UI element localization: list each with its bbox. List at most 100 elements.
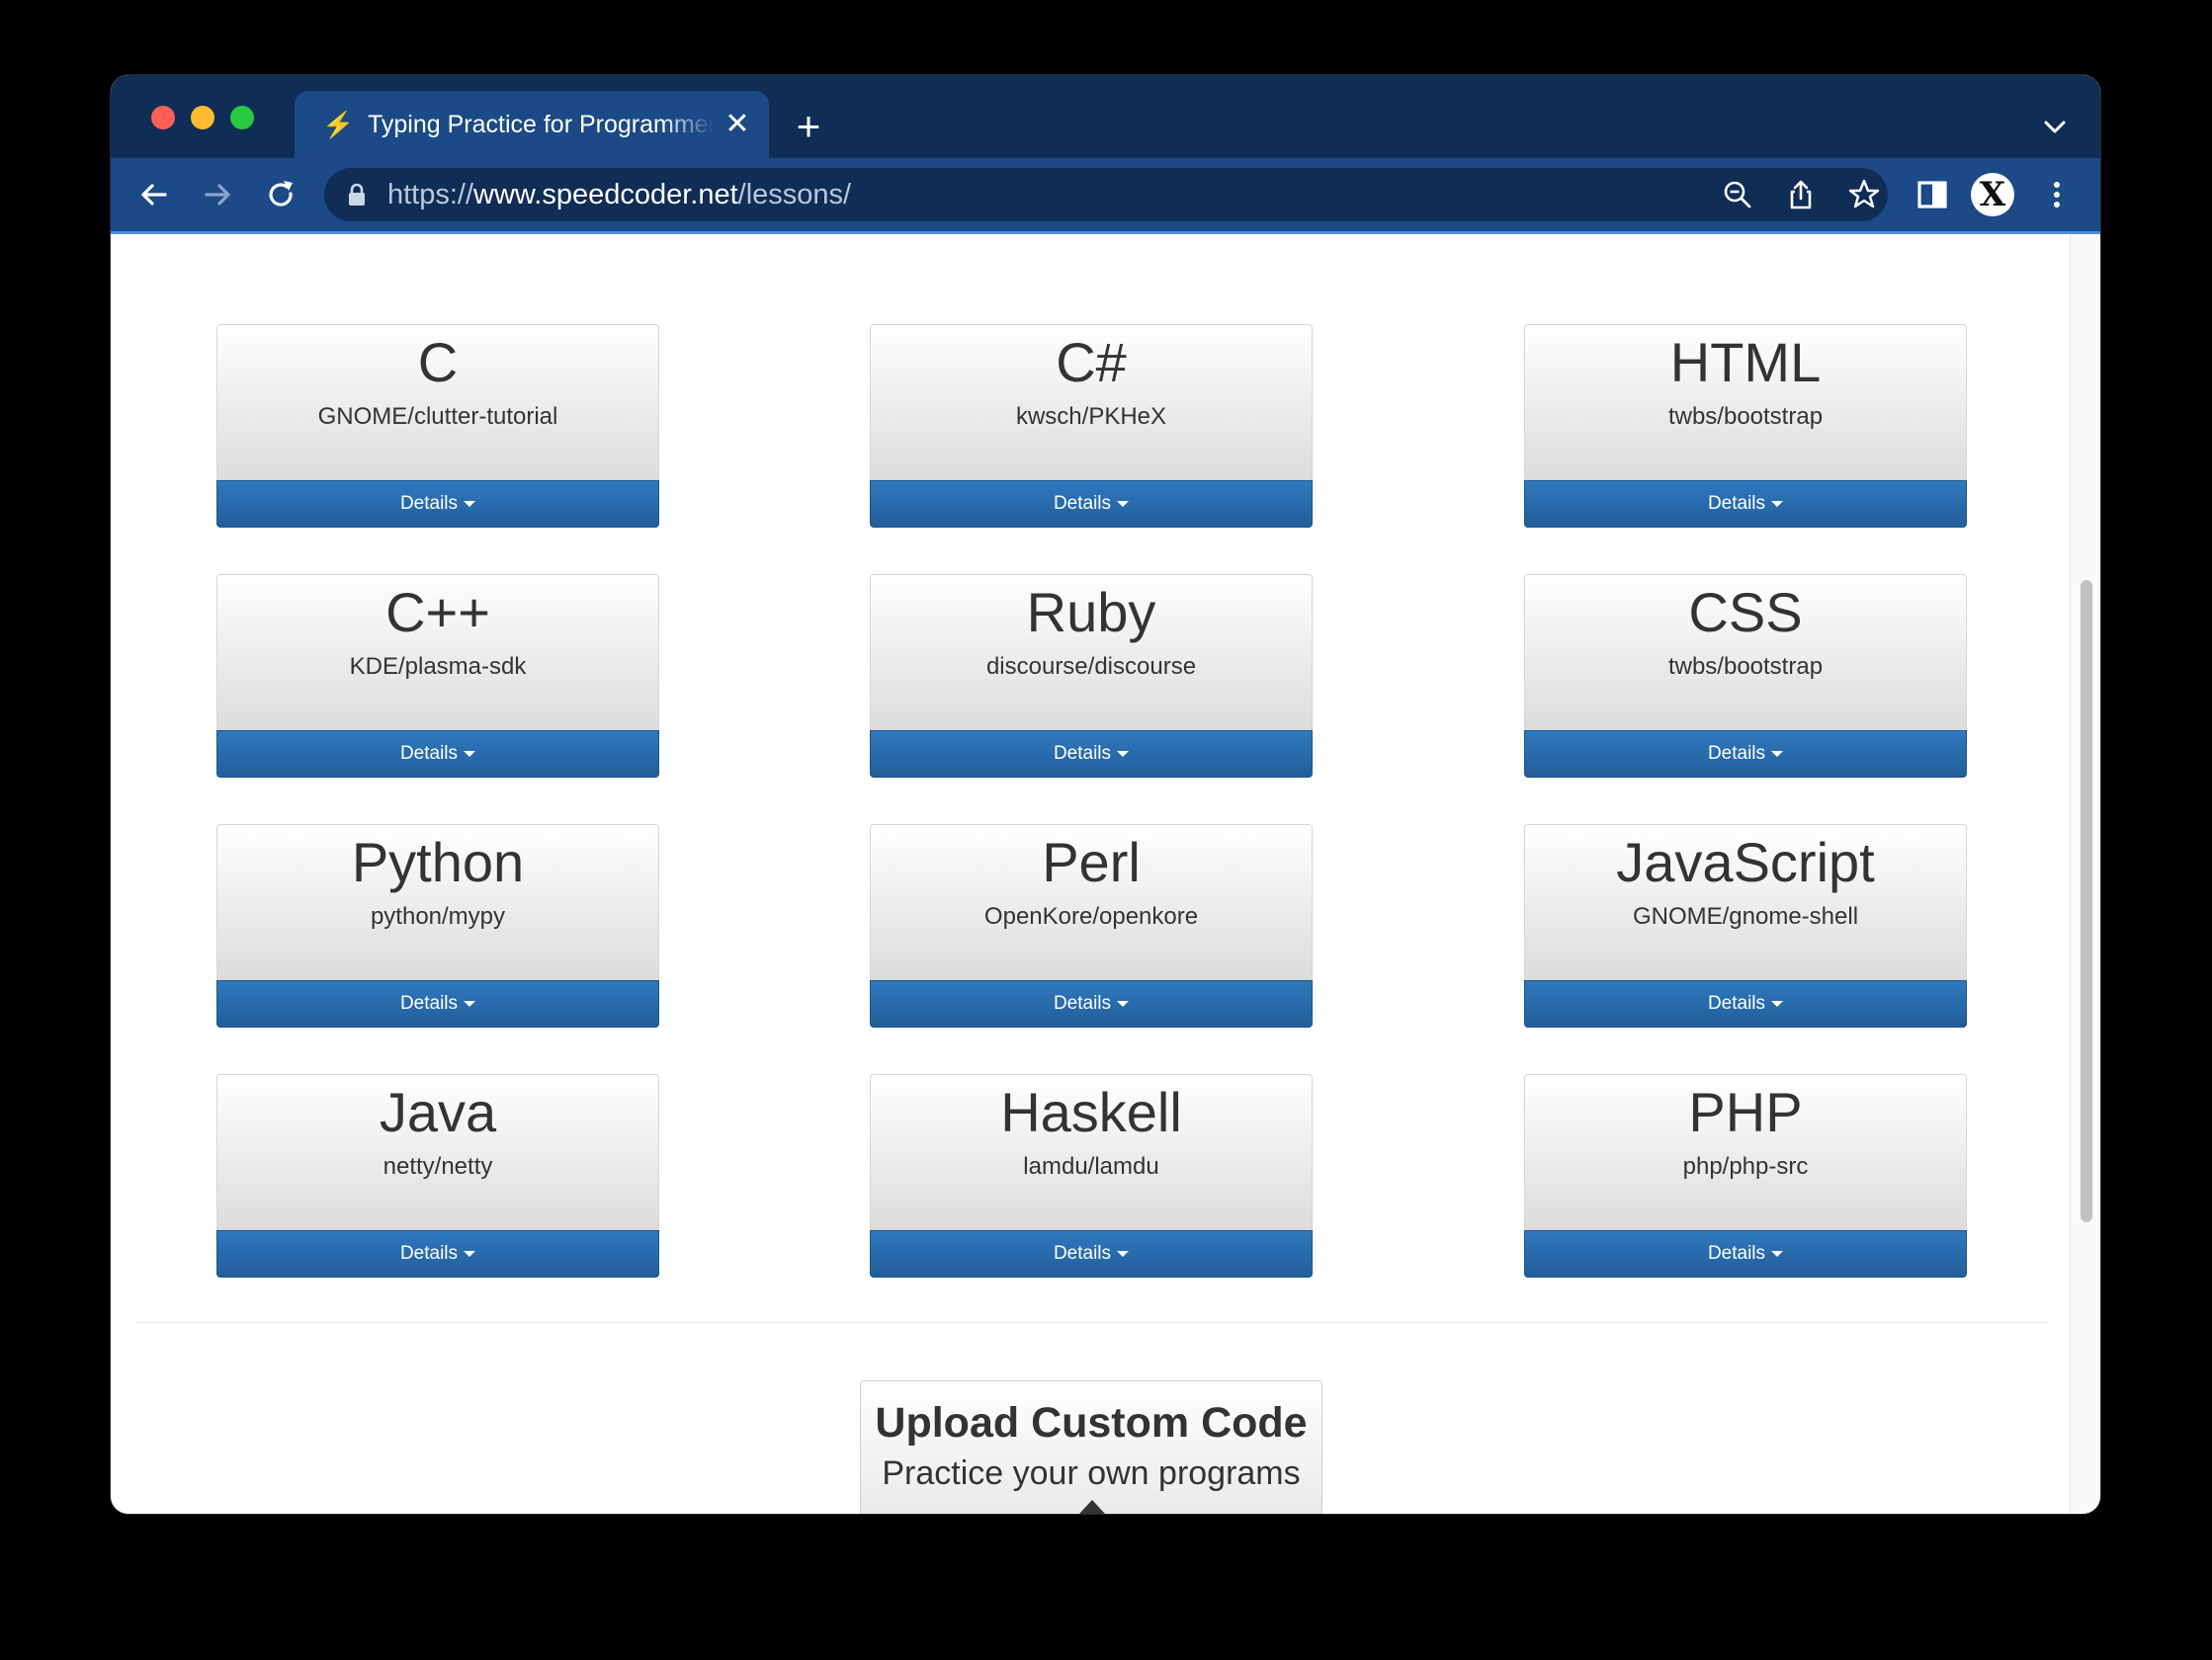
lesson-panel[interactable]: Java netty/netty <box>216 1074 659 1230</box>
lesson-panel[interactable]: JavaScript GNOME/gnome-shell <box>1524 824 1967 980</box>
lesson-panel[interactable]: HTML twbs/bootstrap <box>1524 324 1967 480</box>
new-tab-icon[interactable]: + <box>789 106 828 147</box>
caret-down-icon <box>464 750 476 757</box>
lesson-panel[interactable]: CSS twbs/bootstrap <box>1524 574 1967 730</box>
lesson-panel[interactable]: Haskell lamdu/lamdu <box>870 1074 1313 1230</box>
details-button[interactable]: Details <box>870 730 1313 778</box>
lesson-language: Haskell <box>1000 1081 1182 1143</box>
browser-window: ⚡ Typing Practice for Programmers ✕ + ht… <box>111 75 2100 1514</box>
minimize-window-button[interactable] <box>191 106 214 129</box>
details-button[interactable]: Details <box>216 980 659 1028</box>
caret-down-icon <box>1117 1250 1130 1257</box>
caret-down-icon <box>1117 750 1130 757</box>
details-button[interactable]: Details <box>870 980 1313 1028</box>
details-label: Details <box>1053 743 1112 764</box>
lesson-panel[interactable]: Ruby discourse/discourse <box>870 574 1313 730</box>
scrollbar-thumb[interactable] <box>2081 580 2092 1222</box>
lesson-repo: php/php-src <box>1682 1153 1809 1180</box>
reload-icon[interactable] <box>262 176 299 213</box>
lesson-panel[interactable]: Python python/mypy <box>216 824 659 980</box>
details-label: Details <box>1053 1243 1112 1264</box>
upload-icon <box>1079 1500 1105 1514</box>
lesson-panel[interactable]: Perl OpenKore/openkore <box>870 824 1313 980</box>
details-label: Details <box>1707 993 1766 1014</box>
lesson-language: C <box>417 331 459 393</box>
lesson-language: C++ <box>385 581 490 643</box>
url-scheme: https:// <box>387 179 474 210</box>
lesson-card-perl: Perl OpenKore/openkore Details <box>870 824 1313 1028</box>
upload-custom-code-button[interactable]: Upload Custom Code Practice your own pro… <box>860 1380 1322 1514</box>
profile-avatar[interactable]: X <box>1971 173 2014 216</box>
side-panel-icon[interactable] <box>1914 176 1951 213</box>
caret-down-icon <box>1771 500 1784 507</box>
lesson-card-python: Python python/mypy Details <box>216 824 659 1028</box>
tab-speedcoder[interactable]: ⚡ Typing Practice for Programmers ✕ <box>295 91 769 158</box>
details-button[interactable]: Details <box>870 480 1313 528</box>
lesson-language: CSS <box>1688 581 1803 643</box>
details-label: Details <box>399 993 459 1014</box>
lesson-card-javascript: JavaScript GNOME/gnome-shell Details <box>1524 824 1967 1028</box>
forward-arrow-icon[interactable] <box>199 176 236 213</box>
lesson-card-c: C GNOME/clutter-tutorial Details <box>216 324 659 528</box>
lesson-repo: KDE/plasma-sdk <box>349 653 527 680</box>
details-label: Details <box>1707 493 1766 514</box>
caret-down-icon <box>1771 1000 1784 1007</box>
address-bar[interactable]: https://www.speedcoder.net/lessons/ <box>324 168 1888 221</box>
lesson-language: Ruby <box>1026 581 1156 643</box>
lesson-card-html: HTML twbs/bootstrap Details <box>1524 324 1967 528</box>
details-button[interactable]: Details <box>216 730 659 778</box>
close-window-button[interactable] <box>151 106 175 129</box>
more-menu-icon[interactable] <box>2038 176 2076 213</box>
url-text[interactable]: https://www.speedcoder.net/lessons/ <box>387 178 851 211</box>
page-content: C GNOME/clutter-tutorial Details C# kwsc… <box>111 234 2100 1514</box>
lesson-repo: OpenKore/openkore <box>983 903 1199 930</box>
lesson-repo: python/mypy <box>370 903 506 930</box>
lesson-language: Python <box>351 831 525 893</box>
caret-down-icon <box>1117 1000 1130 1007</box>
upload-title: Upload Custom Code <box>875 1399 1308 1447</box>
details-button[interactable]: Details <box>1524 980 1967 1028</box>
lesson-language: JavaScript <box>1616 831 1875 893</box>
back-arrow-icon[interactable] <box>135 176 173 213</box>
tab-strip: ⚡ Typing Practice for Programmers ✕ + <box>111 75 2100 158</box>
lesson-panel[interactable]: C++ KDE/plasma-sdk <box>216 574 659 730</box>
lesson-panel[interactable]: PHP php/php-src <box>1524 1074 1967 1230</box>
details-button[interactable]: Details <box>1524 730 1967 778</box>
lock-icon[interactable] <box>346 183 368 207</box>
details-button[interactable]: Details <box>870 1230 1313 1278</box>
lesson-repo: twbs/bootstrap <box>1667 403 1824 430</box>
lesson-repo: kwsch/PKHeX <box>1015 403 1167 430</box>
chevron-down-icon[interactable] <box>2039 111 2071 142</box>
details-label: Details <box>1053 993 1112 1014</box>
lesson-repo: GNOME/clutter-tutorial <box>317 403 558 430</box>
details-button[interactable]: Details <box>216 480 659 528</box>
lesson-language: HTML <box>1669 331 1822 393</box>
zoom-out-icon[interactable] <box>1721 178 1754 211</box>
lesson-panel[interactable]: C GNOME/clutter-tutorial <box>216 324 659 480</box>
close-tab-icon[interactable]: ✕ <box>722 109 753 140</box>
maximize-window-button[interactable] <box>230 106 254 129</box>
lesson-language: C# <box>1056 331 1127 393</box>
caret-down-icon <box>464 1000 476 1007</box>
details-button[interactable]: Details <box>216 1230 659 1278</box>
details-label: Details <box>399 743 459 764</box>
details-label: Details <box>1707 743 1766 764</box>
url-host: www.speedcoder.net <box>473 179 738 210</box>
section-divider <box>135 1322 2048 1323</box>
lesson-card-css: CSS twbs/bootstrap Details <box>1524 574 1967 778</box>
upload-subtitle: Practice your own programs <box>882 1454 1301 1492</box>
details-button[interactable]: Details <box>1524 1230 1967 1278</box>
share-icon[interactable] <box>1784 178 1818 211</box>
lesson-repo: discourse/discourse <box>985 653 1197 680</box>
lesson-repo: netty/netty <box>383 1153 493 1180</box>
caret-down-icon <box>1771 1250 1784 1257</box>
details-label: Details <box>1707 1243 1766 1264</box>
lesson-panel[interactable]: C# kwsch/PKHeX <box>870 324 1313 480</box>
tab-title: Typing Practice for Programmers <box>368 111 714 138</box>
url-path: /lessons/ <box>737 179 852 210</box>
lesson-language: PHP <box>1688 1081 1803 1143</box>
bookmark-star-icon[interactable] <box>1847 178 1881 211</box>
details-button[interactable]: Details <box>1524 480 1967 528</box>
lesson-card-haskell: Haskell lamdu/lamdu Details <box>870 1074 1313 1278</box>
scrollbar[interactable] <box>2070 234 2100 1514</box>
